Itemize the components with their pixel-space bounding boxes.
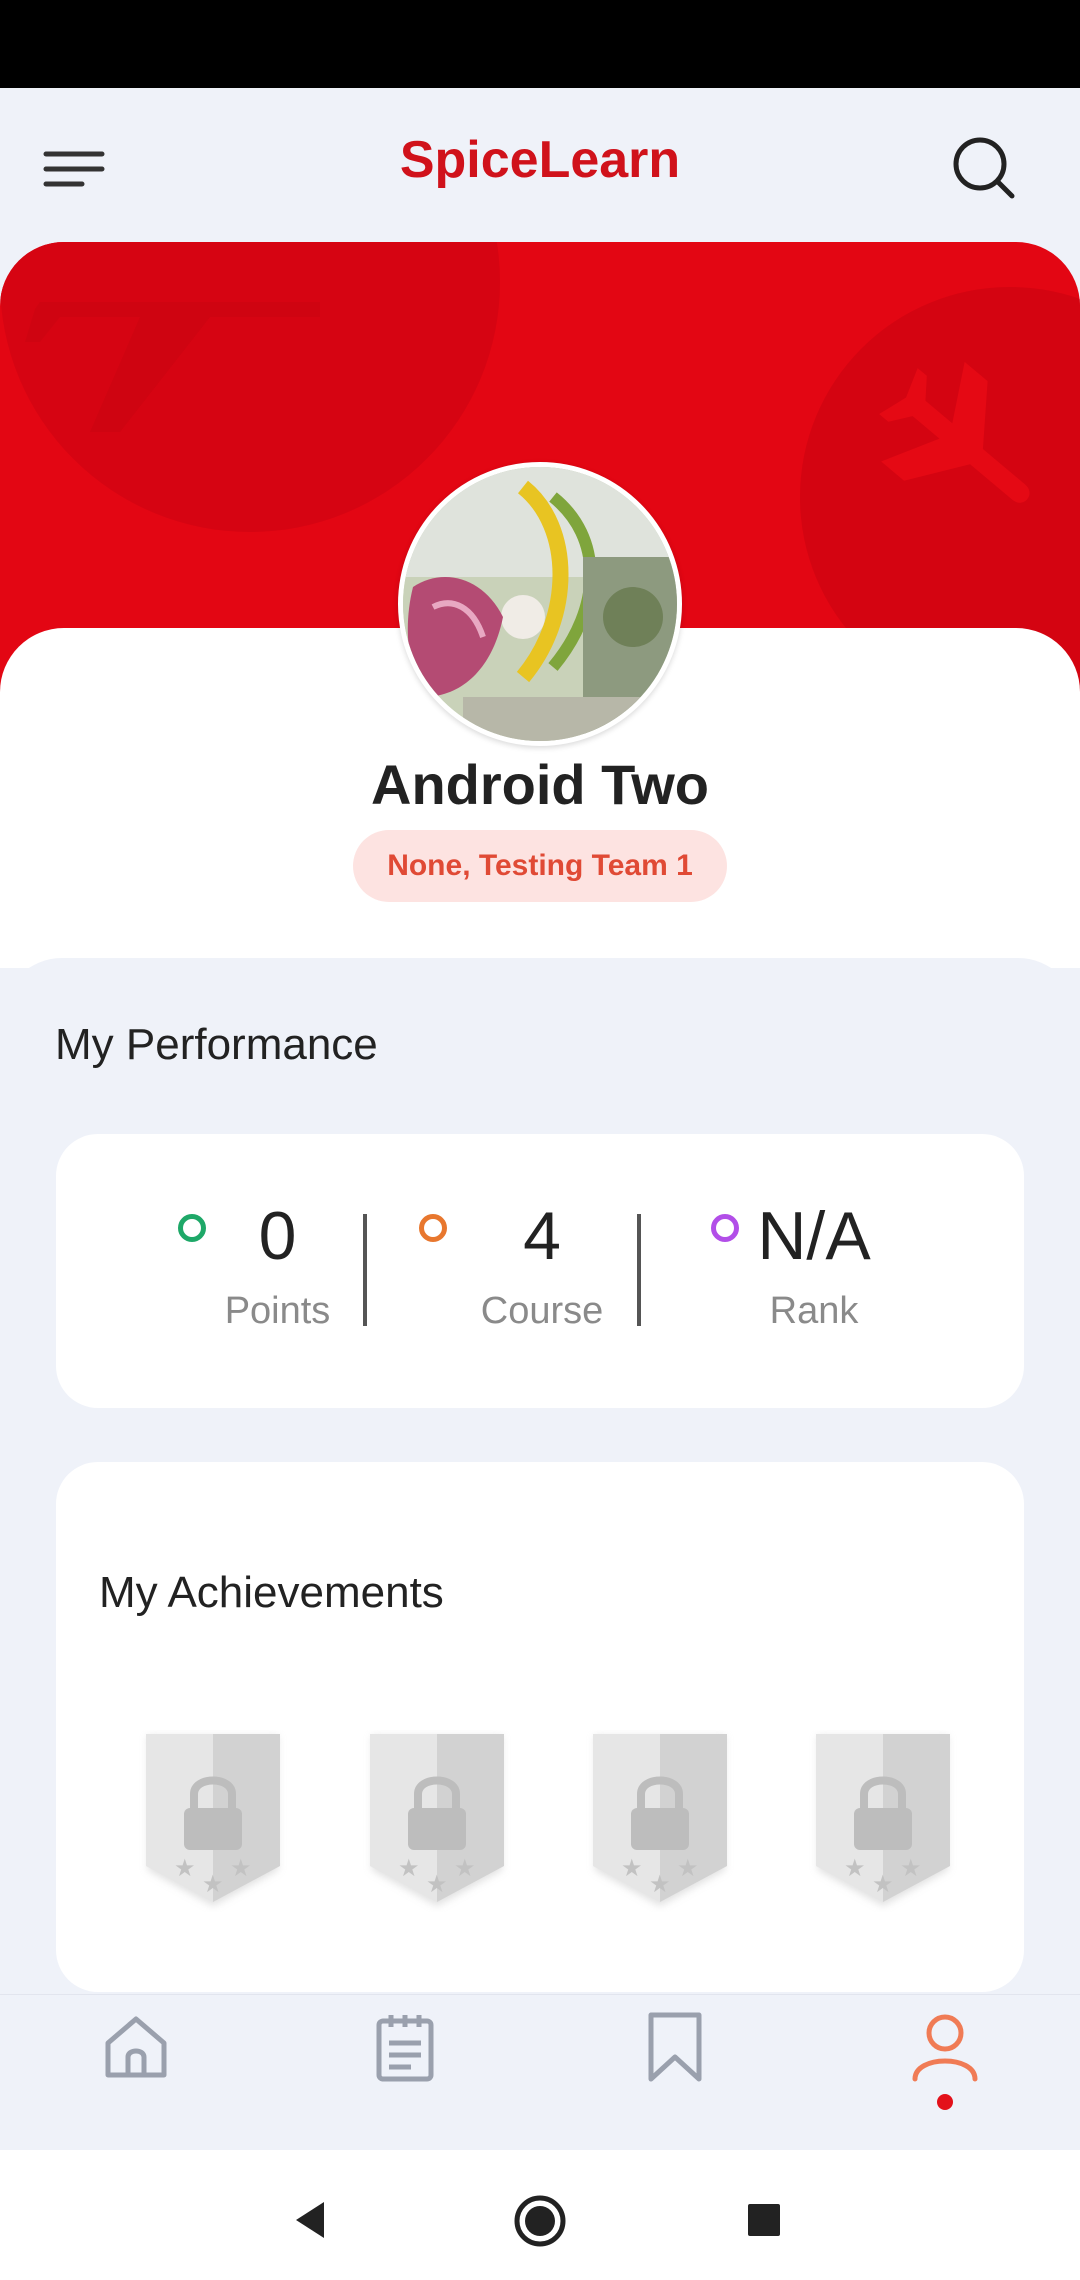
recents-icon[interactable] (746, 2202, 782, 2238)
svg-text:★: ★ (677, 1854, 699, 1882)
points-label: Points (224, 1290, 331, 1332)
stat-course[interactable]: 4 Course (462, 1196, 622, 1333)
notepad-icon[interactable] (367, 2009, 443, 2085)
rank-indicator-dot (711, 1214, 739, 1242)
system-navigation-bar (0, 2150, 1080, 2280)
stat-rank: N/A Rank (740, 1196, 888, 1333)
svg-text:★: ★ (426, 1870, 448, 1898)
svg-text:★: ★ (621, 1854, 643, 1882)
achievements-card (56, 1462, 1024, 1992)
back-icon[interactable] (292, 2200, 328, 2240)
svg-text:★: ★ (649, 1870, 671, 1898)
points-value: 0 (258, 1198, 297, 1274)
team-badge: None, Testing Team 1 (353, 830, 727, 902)
user-name: Android Two (371, 753, 709, 816)
profile-icon[interactable] (907, 2009, 983, 2085)
avatar[interactable] (398, 462, 682, 746)
svg-text:★: ★ (398, 1854, 420, 1882)
svg-text:★: ★ (174, 1854, 196, 1882)
svg-text:★: ★ (844, 1854, 866, 1882)
stat-divider (637, 1214, 641, 1326)
bottom-navigation (0, 1994, 1080, 2150)
course-value: 4 (523, 1198, 561, 1274)
search-icon (953, 137, 1015, 199)
locked-badge-icon[interactable]: ★ ★ ★ (138, 1730, 288, 1912)
app-header: SpiceLearn (0, 88, 1080, 248)
svg-text:★: ★ (230, 1854, 252, 1882)
active-tab-indicator (937, 2094, 953, 2110)
rank-label: Rank (769, 1290, 859, 1332)
svg-text:★: ★ (454, 1854, 476, 1882)
app-title: SpiceLearn (399, 131, 681, 189)
course-label: Course (480, 1290, 604, 1332)
locked-badge-icon[interactable]: ★ ★ ★ (808, 1730, 958, 1912)
home-circle-icon[interactable] (513, 2194, 567, 2248)
rank-value: N/A (757, 1198, 871, 1274)
svg-text:★: ★ (900, 1854, 922, 1882)
course-indicator-dot (419, 1214, 447, 1242)
profile-photo (403, 467, 677, 741)
performance-title: My Performance (55, 1020, 378, 1069)
stat-divider (363, 1214, 367, 1326)
stat-points: 0 Points (200, 1196, 355, 1333)
locked-badge-icon[interactable]: ★ ★ ★ (585, 1730, 735, 1912)
status-bar (0, 0, 1080, 88)
airplane-decoration-icon (879, 361, 1030, 503)
svg-text:★: ★ (872, 1870, 894, 1898)
achievements-title: My Achievements (99, 1568, 444, 1617)
locked-badge-icon[interactable]: ★ ★ ★ (362, 1730, 512, 1912)
bookmark-icon[interactable] (637, 2009, 713, 2085)
home-icon[interactable] (98, 2009, 174, 2085)
search-button[interactable] (946, 130, 1022, 206)
svg-text:★: ★ (202, 1870, 224, 1898)
airplane-decoration-icon (25, 302, 320, 432)
